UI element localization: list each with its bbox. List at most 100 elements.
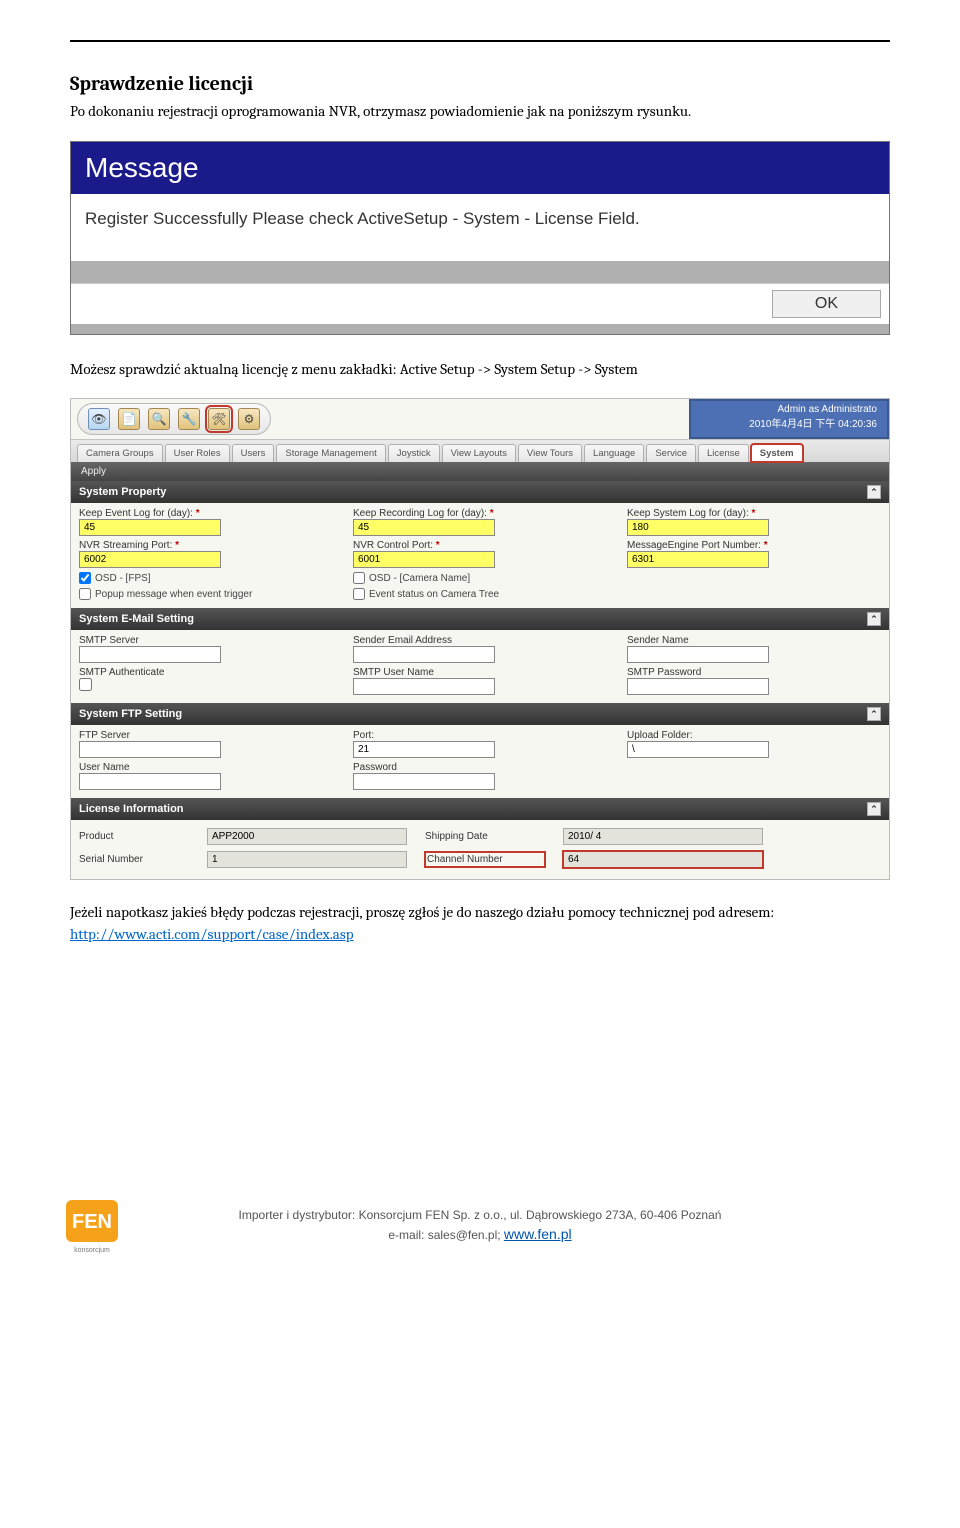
section-title-email: System E-Mail Setting [79, 613, 194, 625]
section-ftp[interactable]: System FTP Setting ⌃ [71, 703, 889, 725]
footer-logo: FEN konsorcjum [60, 1194, 124, 1263]
input-smtp-user[interactable] [353, 678, 495, 695]
input-stream-port[interactable] [79, 551, 221, 568]
closing-paragraph: Jeżeli napotkasz jakieś błędy podczas re… [70, 902, 890, 946]
input-sender-name[interactable] [627, 646, 769, 663]
input-keep-recording[interactable] [353, 519, 495, 536]
label-upload-folder: Upload Folder: [627, 730, 881, 741]
input-smtp-pass[interactable] [627, 678, 769, 695]
section-license[interactable]: License Information ⌃ [71, 798, 889, 820]
input-ctrl-port[interactable] [353, 551, 495, 568]
dialog-bottom-bar [71, 324, 889, 334]
dialog-title: Message [71, 142, 889, 194]
apply-bar[interactable]: Apply [71, 462, 889, 481]
input-ftp-server[interactable] [79, 741, 221, 758]
tool-icon-2[interactable]: 🔍 [148, 408, 170, 430]
admin-user-label: Admin as Administrato [701, 404, 877, 415]
support-link[interactable]: http://www.acti.com/support/case/index.a… [70, 925, 354, 943]
collapse-icon[interactable]: ⌃ [867, 802, 881, 816]
checkbox-event-tree[interactable] [353, 588, 365, 600]
input-ftp-pass[interactable] [353, 773, 495, 790]
input-ftp-user[interactable] [79, 773, 221, 790]
admin-datetime: 2010年4月4日 下午 04:20:36 [701, 415, 877, 430]
section-title: System Property [79, 486, 166, 498]
label-ftp-port: Port: [353, 730, 607, 741]
label-ftp-server: FTP Server [79, 730, 333, 741]
input-ftp-port[interactable] [353, 741, 495, 758]
tab-license[interactable]: License [698, 444, 749, 462]
value-channel-number [563, 851, 763, 868]
tab-user-roles[interactable]: User Roles [165, 444, 230, 462]
label-msg-port: MessageEngine Port Number: [627, 540, 881, 551]
tool-icon-1[interactable]: 📄 [118, 408, 140, 430]
label-ftp-user: User Name [79, 762, 333, 773]
value-shipping-date [563, 828, 763, 845]
section-title-license: License Information [79, 803, 184, 815]
closing-text: Jeżeli napotkasz jakieś błędy podczas re… [70, 903, 774, 921]
toolbar-ribbon: 👁 📄 🔍 🔧 🛠 ⚙ [77, 403, 271, 435]
system-property-panel: Keep Event Log for (day): Keep Recording… [71, 503, 889, 608]
intro-paragraph: Po dokonaniu rejestracji oprogramowania … [70, 101, 890, 123]
footer-line2: e-mail: sales@fen.pl; www.fen.pl [70, 1224, 890, 1245]
tab-system[interactable]: System [751, 444, 803, 462]
check-popup[interactable]: Popup message when event trigger [79, 588, 333, 600]
label-sender-name: Sender Name [627, 635, 881, 646]
label-ftp-pass: Password [353, 762, 607, 773]
input-keep-system[interactable] [627, 519, 769, 536]
input-keep-event[interactable] [79, 519, 221, 536]
label-keep-recording: Keep Recording Log for (day): [353, 508, 607, 519]
checkbox-osd-camera[interactable] [353, 572, 365, 584]
tab-storage-management[interactable]: Storage Management [276, 444, 385, 462]
top-rule [70, 40, 890, 42]
check-osd-camera[interactable]: OSD - [Camera Name] [353, 572, 607, 584]
checkbox-smtp-auth[interactable] [79, 678, 92, 691]
check-osd-fps[interactable]: OSD - [FPS] [79, 572, 333, 584]
value-product [207, 828, 407, 845]
collapse-icon[interactable]: ⌃ [867, 485, 881, 499]
input-msg-port[interactable] [627, 551, 769, 568]
footer-site-link[interactable]: www.fen.pl [504, 1226, 572, 1242]
input-sender-addr[interactable] [353, 646, 495, 663]
admin-app-screenshot: 👁 📄 🔍 🔧 🛠 ⚙ Admin as Administrato 2010年4… [70, 398, 890, 880]
ok-button[interactable]: OK [772, 290, 881, 318]
mid-paragraph: Możesz sprawdzić aktualną licencję z men… [70, 359, 890, 381]
tab-users[interactable]: Users [232, 444, 275, 462]
label-smtp-server: SMTP Server [79, 635, 333, 646]
section-heading: Sprawdzenie licencji [70, 72, 890, 95]
email-panel: SMTP Server Sender Email Address Sender … [71, 630, 889, 703]
section-system-property[interactable]: System Property ⌃ [71, 481, 889, 503]
tab-language[interactable]: Language [584, 444, 644, 462]
tab-camera-groups[interactable]: Camera Groups [77, 444, 163, 462]
collapse-icon[interactable]: ⌃ [867, 707, 881, 721]
tab-service[interactable]: Service [646, 444, 696, 462]
tab-view-tours[interactable]: View Tours [518, 444, 582, 462]
tab-strip: Camera Groups User Roles Users Storage M… [71, 439, 889, 462]
admin-status-bar: Admin as Administrato 2010年4月4日 下午 04:20… [689, 399, 889, 439]
section-email[interactable]: System E-Mail Setting ⌃ [71, 608, 889, 630]
ftp-panel: FTP Server Port: Upload Folder: User Nam… [71, 725, 889, 798]
input-upload-folder[interactable] [627, 741, 769, 758]
label-shipping-date: Shipping Date [425, 831, 545, 842]
fen-logo-icon: FEN konsorcjum [60, 1194, 124, 1258]
label-smtp-pass: SMTP Password [627, 667, 881, 678]
tool-icon-3[interactable]: 🔧 [178, 408, 200, 430]
tab-joystick[interactable]: Joystick [388, 444, 440, 462]
label-osd-fps: OSD - [FPS] [95, 573, 151, 584]
input-smtp-server[interactable] [79, 646, 221, 663]
label-stream-port: NVR Streaming Port: [79, 540, 333, 551]
checkbox-osd-fps[interactable] [79, 572, 91, 584]
tool-icon-5[interactable]: ⚙ [238, 408, 260, 430]
svg-text:konsorcjum: konsorcjum [74, 1247, 110, 1254]
tab-view-layouts[interactable]: View Layouts [442, 444, 516, 462]
svg-text:FEN: FEN [72, 1211, 112, 1233]
app-toolbar-row: 👁 📄 🔍 🔧 🛠 ⚙ Admin as Administrato 2010年4… [71, 399, 889, 439]
check-event-tree[interactable]: Event status on Camera Tree [353, 588, 607, 600]
active-setup-icon[interactable]: 🛠 [208, 408, 230, 430]
checkbox-popup[interactable] [79, 588, 91, 600]
collapse-icon[interactable]: ⌃ [867, 612, 881, 626]
license-panel: Product Shipping Date Serial Number Chan… [71, 820, 889, 879]
label-channel-number: Channel Number [425, 852, 545, 867]
label-event-tree: Event status on Camera Tree [369, 589, 499, 600]
view-icon[interactable]: 👁 [88, 408, 110, 430]
footer-line1: Importer i dystrybutor: Konsorcjum FEN S… [70, 1206, 890, 1224]
